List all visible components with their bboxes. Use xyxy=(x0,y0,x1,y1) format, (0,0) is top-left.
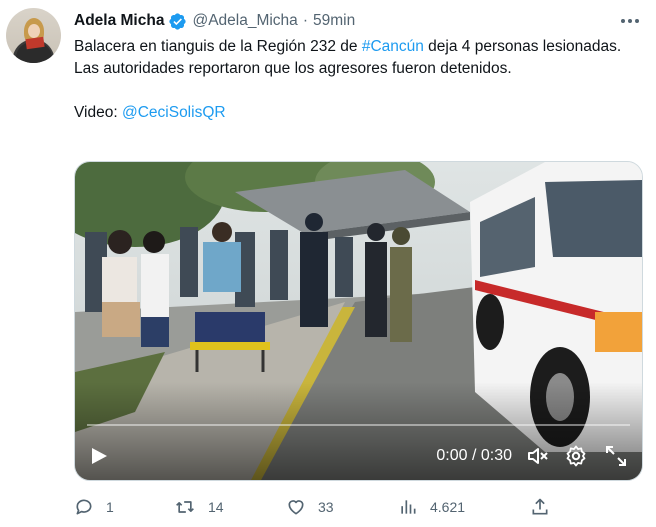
video-label: Video: xyxy=(74,104,122,121)
reply-count: 1 xyxy=(106,499,114,515)
fullscreen-button[interactable] xyxy=(604,442,628,470)
video-credit-link[interactable]: @CeciSolisQR xyxy=(122,104,226,121)
avatar-face xyxy=(28,24,40,38)
mute-button[interactable] xyxy=(526,442,550,470)
tweet-actions: 1 14 33 4.621 xyxy=(74,494,564,520)
video-timecode: 0:00 / 0:30 xyxy=(436,447,512,464)
video-credit-line: Video: @CeciSolisQR xyxy=(74,102,634,124)
video-progress-bar[interactable] xyxy=(87,424,630,426)
tweet-text-part-1: Balacera en tianguis de la Región 232 de xyxy=(74,38,362,55)
retweet-icon xyxy=(176,501,194,513)
verified-badge-icon xyxy=(169,12,187,30)
header-separator: · xyxy=(302,12,308,29)
like-icon xyxy=(288,500,304,515)
tweet-body: Balacera en tianguis de la Región 232 de… xyxy=(74,36,634,80)
video-frame xyxy=(75,162,642,480)
hashtag-link[interactable]: #Cancún xyxy=(362,38,424,55)
like-button[interactable]: 33 xyxy=(286,494,334,520)
tweet[interactable]: Adela Micha @Adela_Micha · 59min Balacer… xyxy=(0,0,656,527)
reply-button[interactable]: 1 xyxy=(74,494,114,520)
views-count: 4.621 xyxy=(430,499,466,515)
more-icon[interactable] xyxy=(618,10,642,32)
like-count: 33 xyxy=(318,499,334,515)
tweet-text: Balacera en tianguis de la Región 232 de… xyxy=(74,36,634,124)
author-name[interactable]: Adela Micha xyxy=(74,12,164,30)
retweet-button[interactable]: 14 xyxy=(174,494,224,520)
tweet-header: Adela Micha @Adela_Micha · 59min xyxy=(74,10,355,32)
tweet-time[interactable]: 59min xyxy=(313,12,355,30)
views-icon xyxy=(401,500,416,514)
volume-muted-icon xyxy=(528,448,548,464)
fullscreen-icon xyxy=(606,446,626,466)
settings-icon xyxy=(566,445,586,467)
video-player[interactable]: 0:00 / 0:30 xyxy=(74,161,643,481)
share-button[interactable] xyxy=(530,494,562,520)
share-icon xyxy=(532,498,548,515)
reply-icon xyxy=(76,499,92,515)
settings-button[interactable] xyxy=(564,442,588,470)
views-button[interactable]: 4.621 xyxy=(398,494,465,520)
avatar[interactable] xyxy=(6,8,61,63)
author-handle[interactable]: @Adela_Micha xyxy=(192,12,297,30)
retweet-count: 14 xyxy=(208,499,224,515)
play-icon xyxy=(92,448,107,464)
play-button[interactable] xyxy=(89,442,109,470)
